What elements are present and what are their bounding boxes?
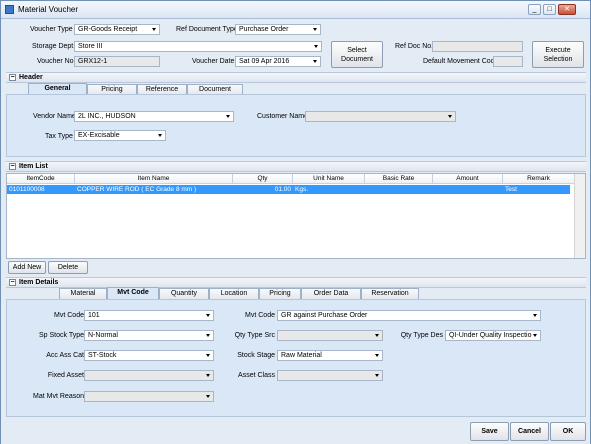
default-movement-code-label: Default Movement Code	[423, 58, 499, 65]
voucher-type-select[interactable]: GR-Goods Receipt	[74, 24, 160, 35]
acc-ass-cat-select[interactable]: ST-Stock	[84, 350, 214, 361]
column-header-item-name[interactable]: Item Name	[75, 174, 233, 184]
qty-type-des-label: Qty Type Des	[400, 332, 443, 339]
sp-stock-type-label: Sp Stock Type	[38, 332, 84, 339]
item-list-section-title: Item List	[19, 163, 48, 170]
column-header-itemcode[interactable]: ItemCode	[7, 174, 75, 184]
select-document-button[interactable]: Select Document	[331, 41, 383, 68]
column-header-remark[interactable]: Remark	[503, 174, 575, 184]
mvt-code-select[interactable]: 101	[84, 310, 214, 321]
ref-doc-type-label: Ref Document Type	[176, 26, 238, 33]
unit-name-cell[interactable]: Kgs.	[293, 185, 365, 194]
collapse-icon[interactable]: −	[9, 74, 16, 81]
voucher-no-label: Voucher No.	[37, 58, 76, 65]
stock-stage-label: Stock Stage	[237, 352, 275, 359]
asset-class-label: Asset Class	[238, 372, 275, 379]
voucher-type-label: Voucher Type	[30, 26, 73, 33]
tab-pricing-details[interactable]: Pricing	[259, 288, 301, 299]
column-header-basic-rate[interactable]: Basic Rate	[365, 174, 433, 184]
qty-cell[interactable]: 01.00	[233, 185, 291, 194]
item-name-cell[interactable]: COPPER WIRE ROD ( EC Grade 8 mm )	[75, 185, 233, 194]
item-code-cell[interactable]: 0101100008	[7, 185, 75, 194]
execute-selection-button[interactable]: Execute Selection	[532, 41, 584, 68]
tax-type-select[interactable]: EX-Excisable	[74, 130, 166, 141]
tab-order-data[interactable]: Order Data	[301, 288, 361, 299]
column-header-unit-name[interactable]: Unit Name	[293, 174, 365, 184]
column-header-qty[interactable]: Qty	[233, 174, 293, 184]
qty-type-src-label: Qty Type Src	[234, 332, 275, 339]
customer-name-select[interactable]	[305, 111, 456, 122]
vendor-name-label: Vendor Name	[33, 113, 76, 120]
save-button[interactable]: Save	[470, 422, 509, 441]
qty-type-des-select[interactable]: QI-Under Quality Inspectio	[445, 330, 541, 341]
collapse-icon[interactable]: −	[9, 163, 16, 170]
storage-dept-select[interactable]: Store III	[74, 41, 322, 52]
ref-doc-type-select[interactable]: Purchase Order	[235, 24, 321, 35]
mat-mvt-reason-select[interactable]	[84, 391, 214, 402]
remark-cell[interactable]: Test	[503, 185, 570, 194]
ok-button[interactable]: OK	[550, 422, 586, 441]
item-details-section-bar[interactable]: − Item Details	[6, 277, 586, 288]
mvt-code-desc-label: Mvt Code	[245, 312, 275, 319]
default-movement-code-field[interactable]	[493, 56, 523, 67]
delete-button[interactable]: Delete	[48, 261, 88, 274]
storage-dept-label: Storage Dept.	[32, 43, 76, 50]
header-panel: Vendor Name 2L INC., HUDSON Customer Nam…	[6, 94, 586, 157]
voucher-date-label: Voucher Date	[192, 58, 235, 65]
item-list-grid[interactable]: ItemCode Item Name Qty Unit Name Basic R…	[6, 173, 586, 259]
header-section-title: Header	[19, 74, 43, 81]
collapse-icon[interactable]: −	[9, 279, 16, 286]
mat-mvt-reason-label: Mat Mvt Reason	[33, 393, 84, 400]
minimize-button[interactable]: _	[528, 4, 541, 15]
fixed-asset-label: Fixed Asset	[47, 372, 84, 379]
column-header-amount[interactable]: Amount	[433, 174, 503, 184]
material-voucher-window: Material Voucher _ □ ✕ Voucher Type GR-G…	[0, 0, 591, 444]
footer-bar: Save Cancel OK	[1, 420, 590, 444]
acc-ass-cat-label: Acc Ass Cat	[46, 352, 84, 359]
amount-cell[interactable]	[433, 185, 503, 194]
add-new-button[interactable]: Add New	[8, 261, 46, 274]
tab-quantity[interactable]: Quantity	[159, 288, 209, 299]
window-title: Material Voucher	[18, 5, 79, 14]
fixed-asset-select[interactable]	[84, 370, 214, 381]
cancel-button[interactable]: Cancel	[510, 422, 549, 441]
sp-stock-type-select[interactable]: N-Normal	[84, 330, 214, 341]
mvt-code-desc-select[interactable]: GR against Purchase Order	[277, 310, 541, 321]
vendor-name-select[interactable]: 2L INC., HUDSON	[74, 111, 234, 122]
title-bar: Material Voucher _ □ ✕	[1, 1, 590, 19]
tab-mvt-code[interactable]: Mvt Code	[107, 287, 159, 299]
ref-doc-no-field[interactable]	[432, 41, 523, 52]
item-details-panel: Mvt Code 101 Sp Stock Type N-Normal Acc …	[6, 299, 586, 417]
tax-type-label: Tax Type	[45, 133, 73, 140]
header-section-bar[interactable]: − Header	[6, 72, 586, 83]
maximize-button[interactable]: □	[543, 4, 556, 15]
mvt-code-label: Mvt Code	[54, 312, 84, 319]
qty-type-src-select[interactable]	[277, 330, 383, 341]
basic-rate-cell[interactable]	[365, 185, 433, 194]
tab-material[interactable]: Material	[59, 288, 107, 299]
vertical-scrollbar[interactable]	[574, 174, 585, 258]
app-icon	[5, 5, 14, 14]
tab-reservation[interactable]: Reservation	[361, 288, 419, 299]
tab-location[interactable]: Location	[209, 288, 259, 299]
voucher-date-picker[interactable]: Sat 09 Apr 2016	[235, 56, 321, 67]
customer-name-label: Customer Name	[257, 113, 308, 120]
close-button[interactable]: ✕	[558, 4, 576, 15]
stock-stage-select[interactable]: Raw Material	[277, 350, 383, 361]
voucher-no-field[interactable]: GRX12-1	[74, 56, 160, 67]
item-list-section-bar[interactable]: − Item List	[6, 161, 586, 172]
item-details-section-title: Item Details	[19, 279, 59, 286]
asset-class-select[interactable]	[277, 370, 383, 381]
ref-doc-no-label: Ref Doc No.	[395, 43, 434, 50]
